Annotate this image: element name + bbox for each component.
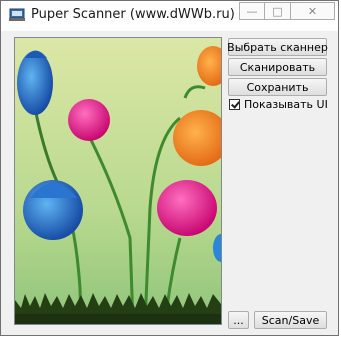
show-ui-label: Показывать UI — [244, 98, 328, 111]
show-ui-checkbox[interactable] — [229, 99, 240, 110]
minimize-button[interactable]: — — [239, 2, 265, 20]
save-button[interactable]: Сохранить — [228, 78, 327, 96]
show-ui-option[interactable]: Показывать UI — [229, 98, 328, 111]
tulip-image — [15, 38, 221, 324]
scan-button[interactable]: Сканировать — [228, 58, 327, 76]
client-area: Выбрать сканнер Сканировать Сохранить По… — [8, 32, 331, 329]
maximize-button[interactable]: □ — [265, 2, 291, 20]
caption-buttons: — □ ✕ — [239, 2, 335, 20]
scan-save-button[interactable]: Scan/Save — [254, 311, 327, 329]
close-button[interactable]: ✕ — [291, 2, 335, 20]
title-bar[interactable]: Puper Scanner (www.dWWb.ru) — □ ✕ — [1, 1, 338, 31]
maximize-icon: □ — [272, 4, 283, 18]
select-scanner-button[interactable]: Выбрать сканнер — [227, 38, 328, 56]
minimize-icon: — — [246, 4, 258, 18]
browse-button[interactable]: ... — [228, 311, 249, 329]
scan-preview-image — [14, 37, 222, 325]
close-icon: ✕ — [307, 4, 318, 18]
app-window: Puper Scanner (www.dWWb.ru) — □ ✕ Выбрат… — [0, 0, 339, 336]
scanner-app-icon — [9, 7, 25, 23]
window-title: Puper Scanner (www.dWWb.ru) — [31, 7, 235, 22]
